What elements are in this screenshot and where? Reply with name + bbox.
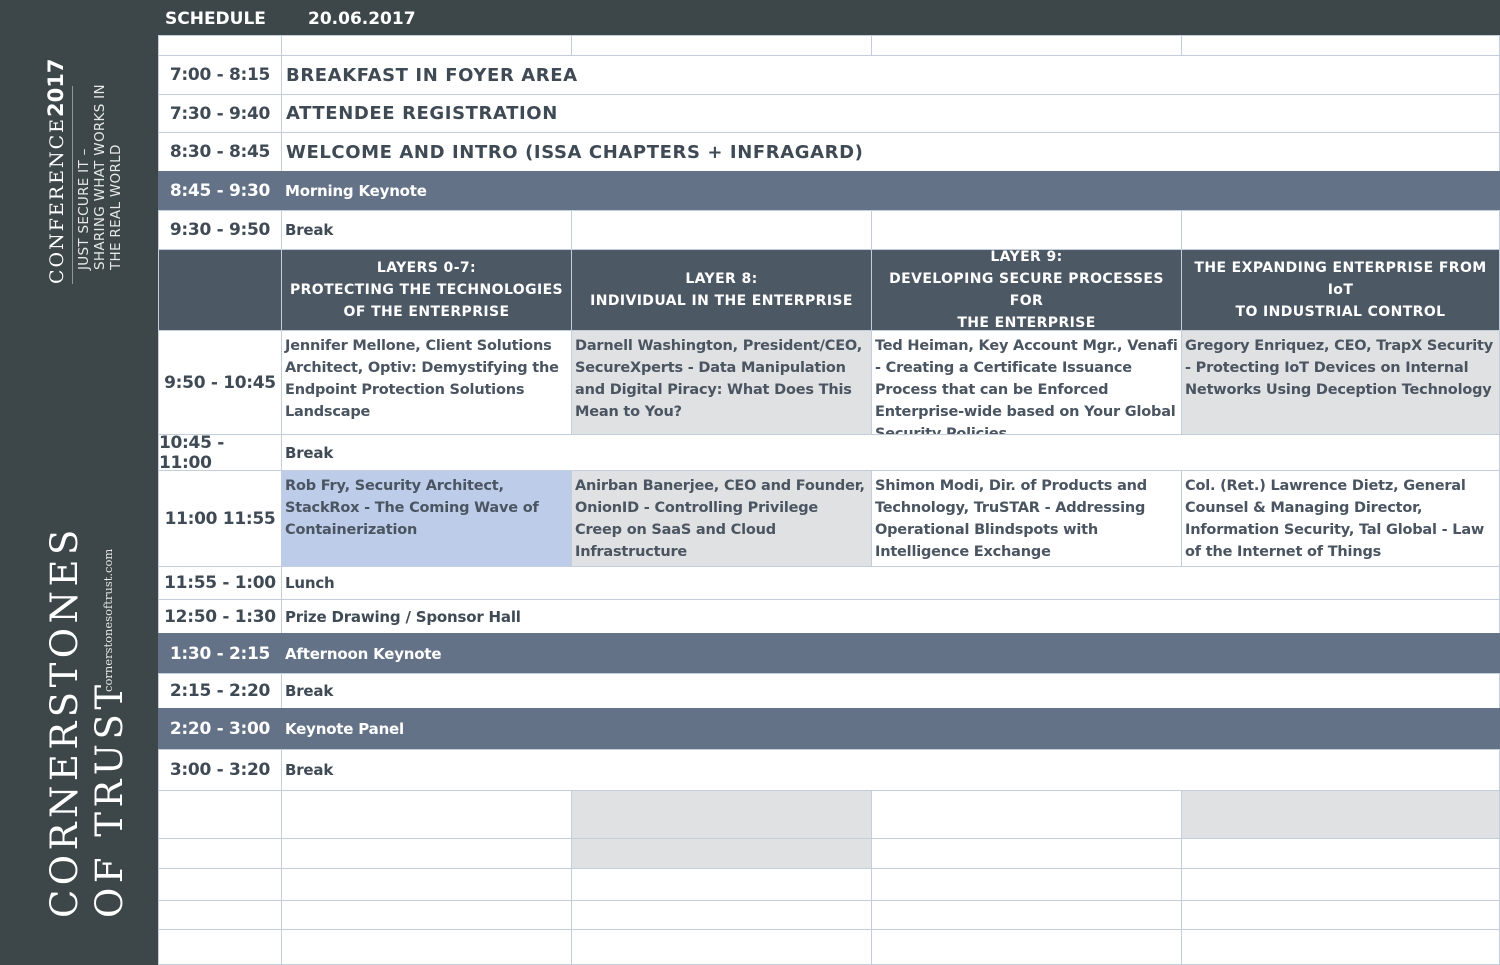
empty-cell bbox=[158, 790, 282, 839]
time-cell: 8:30 - 8:45 bbox=[158, 132, 282, 172]
time-cell: 11:00 11:55 bbox=[158, 470, 282, 567]
empty-cell bbox=[571, 929, 872, 965]
session-cell-highlighted: Rob Fry, Security Architect, StackRox - … bbox=[281, 470, 572, 567]
keynote-title: Keynote Panel bbox=[281, 708, 1500, 750]
time-cell: 9:50 - 10:45 bbox=[158, 330, 282, 435]
track-header-line: LAYER 9: bbox=[990, 249, 1063, 265]
schedule-grid: SCHEDULE 20.06.2017 7:00 - 8:15 BREAKFAS… bbox=[158, 0, 1500, 965]
break-label: Break bbox=[281, 749, 1500, 791]
session-title: Prize Drawing / Sponsor Hall bbox=[281, 599, 1500, 634]
session-title: WELCOME AND INTRO (ISSA CHAPTERS + INFRA… bbox=[281, 132, 1500, 172]
empty-cell bbox=[871, 210, 1182, 250]
time-cell: 10:45 - 11:00 bbox=[158, 434, 282, 471]
time-cell: 8:45 - 9:30 bbox=[158, 171, 282, 211]
time-cell: 2:20 - 3:00 bbox=[158, 708, 282, 750]
schedule-header-bar: SCHEDULE 20.06.2017 bbox=[158, 0, 1500, 35]
website-link[interactable]: cornerstonesoftrust.com bbox=[101, 549, 115, 692]
tagline-line-3: THE REAL WORLD bbox=[108, 144, 124, 270]
empty-cell bbox=[158, 838, 282, 869]
track-header-layer-8: LAYER 8: INDIVIDUAL IN THE ENTERPRISE bbox=[571, 249, 872, 331]
time-cell: 1:30 - 2:15 bbox=[158, 633, 282, 674]
session-cell: Ted Heiman, Key Account Mgr., Venafi - C… bbox=[871, 330, 1182, 435]
conference-title: CONFERENCE2017 bbox=[44, 59, 68, 284]
empty-cell bbox=[1181, 210, 1500, 250]
empty-cell bbox=[871, 900, 1182, 930]
track-header-layers-0-7: LAYERS 0-7: PROTECTING THE TECHNOLOGIES OF… bbox=[281, 249, 572, 331]
track-header-line: OF THE ENTERPRISE bbox=[343, 304, 510, 320]
brand-wordmark: CORNERSTONES OF TRUST bbox=[42, 525, 132, 918]
session-cell: Shimon Modi, Dir. of Products and Techno… bbox=[871, 470, 1182, 567]
empty-cell bbox=[281, 900, 572, 930]
track-header-line: TO INDUSTRIAL CONTROL bbox=[1235, 304, 1446, 320]
empty-cell bbox=[571, 900, 872, 930]
empty-cell bbox=[1181, 790, 1500, 839]
track-header-iot: THE EXPANDING ENTERPRISE FROM IoT TO INDU… bbox=[1181, 249, 1500, 331]
break-label: Break bbox=[281, 210, 572, 250]
empty-cell bbox=[1181, 929, 1500, 965]
schedule-label: SCHEDULE bbox=[165, 9, 266, 29]
schedule-date: 20.06.2017 bbox=[308, 9, 416, 29]
time-cell: 2:15 - 2:20 bbox=[158, 673, 282, 709]
empty-cell bbox=[871, 929, 1182, 965]
empty-cell bbox=[571, 210, 872, 250]
empty-cell bbox=[871, 838, 1182, 869]
track-header-line: LAYERS 0-7: bbox=[376, 260, 477, 276]
empty-cell bbox=[1181, 900, 1500, 930]
empty-cell bbox=[281, 35, 572, 56]
empty-cell bbox=[1181, 838, 1500, 869]
track-header-line: LAYER 8: bbox=[685, 271, 758, 287]
track-header-empty bbox=[158, 249, 282, 331]
empty-cell bbox=[158, 929, 282, 965]
session-cell: Anirban Banerjee, CEO and Founder, Onion… bbox=[571, 470, 872, 567]
session-cell: Jennifer Mellone, Client Solutions Archi… bbox=[281, 330, 572, 435]
empty-cell bbox=[871, 868, 1182, 901]
session-cell: Col. (Ret.) Lawrence Dietz, General Coun… bbox=[1181, 470, 1500, 567]
empty-cell bbox=[158, 868, 282, 901]
time-cell: 7:30 - 9:40 bbox=[158, 94, 282, 133]
time-cell: 12:50 - 1:30 bbox=[158, 599, 282, 634]
time-cell: 11:55 - 1:00 bbox=[158, 566, 282, 600]
session-title: BREAKFAST IN FOYER AREA bbox=[281, 55, 1500, 95]
tagline: JUST SECURE IT – SHARING WHAT WORKS IN T… bbox=[76, 84, 124, 270]
conference-label: CONFERENCE bbox=[46, 117, 68, 284]
track-header-line: INDIVIDUAL IN THE ENTERPRISE bbox=[590, 293, 853, 309]
empty-cell bbox=[571, 868, 872, 901]
break-label: Break bbox=[281, 434, 1500, 471]
keynote-title: Morning Keynote bbox=[281, 171, 1500, 211]
empty-cell bbox=[158, 900, 282, 930]
session-cell: Darnell Washington, President/CEO, Secur… bbox=[571, 330, 872, 435]
tagline-divider bbox=[72, 86, 73, 284]
brand-line-1: CORNERSTONES bbox=[43, 525, 86, 918]
empty-cell bbox=[281, 929, 572, 965]
empty-cell bbox=[571, 790, 872, 839]
time-cell: 9:30 - 9:50 bbox=[158, 210, 282, 250]
tagline-line-1: JUST SECURE IT – bbox=[76, 148, 92, 270]
track-header-layer-9: LAYER 9: DEVELOPING SECURE PROCESSES FOR T… bbox=[871, 249, 1182, 331]
empty-cell bbox=[1181, 35, 1500, 56]
sidebar: CONFERENCE2017 JUST SECURE IT – SHARING … bbox=[0, 0, 158, 965]
break-label: Break bbox=[281, 673, 1500, 709]
empty-cell bbox=[1181, 868, 1500, 901]
time-cell: 3:00 - 3:20 bbox=[158, 749, 282, 791]
session-cell: Gregory Enriquez, CEO, TrapX Security - … bbox=[1181, 330, 1500, 435]
session-title: ATTENDEE REGISTRATION bbox=[281, 94, 1500, 133]
time-cell: 7:00 - 8:15 bbox=[158, 55, 282, 95]
empty-cell bbox=[571, 838, 872, 869]
tagline-line-2: SHARING WHAT WORKS IN bbox=[92, 84, 108, 270]
empty-cell bbox=[281, 838, 572, 869]
empty-cell bbox=[871, 35, 1182, 56]
empty-cell bbox=[871, 790, 1182, 839]
conference-year: 2017 bbox=[44, 58, 68, 117]
track-header-line: PROTECTING THE TECHNOLOGIES bbox=[289, 282, 564, 298]
track-header-line: THE EXPANDING ENTERPRISE FROM IoT bbox=[1194, 260, 1487, 298]
track-header-line: DEVELOPING SECURE PROCESSES FOR bbox=[889, 271, 1164, 309]
track-header-line: THE ENTERPRISE bbox=[957, 315, 1096, 331]
lunch-label: Lunch bbox=[281, 566, 1500, 600]
empty-cell bbox=[571, 35, 872, 56]
empty-cell bbox=[281, 868, 572, 901]
empty-cell bbox=[281, 790, 572, 839]
empty-cell bbox=[158, 35, 282, 56]
keynote-title: Afternoon Keynote bbox=[281, 633, 1500, 674]
